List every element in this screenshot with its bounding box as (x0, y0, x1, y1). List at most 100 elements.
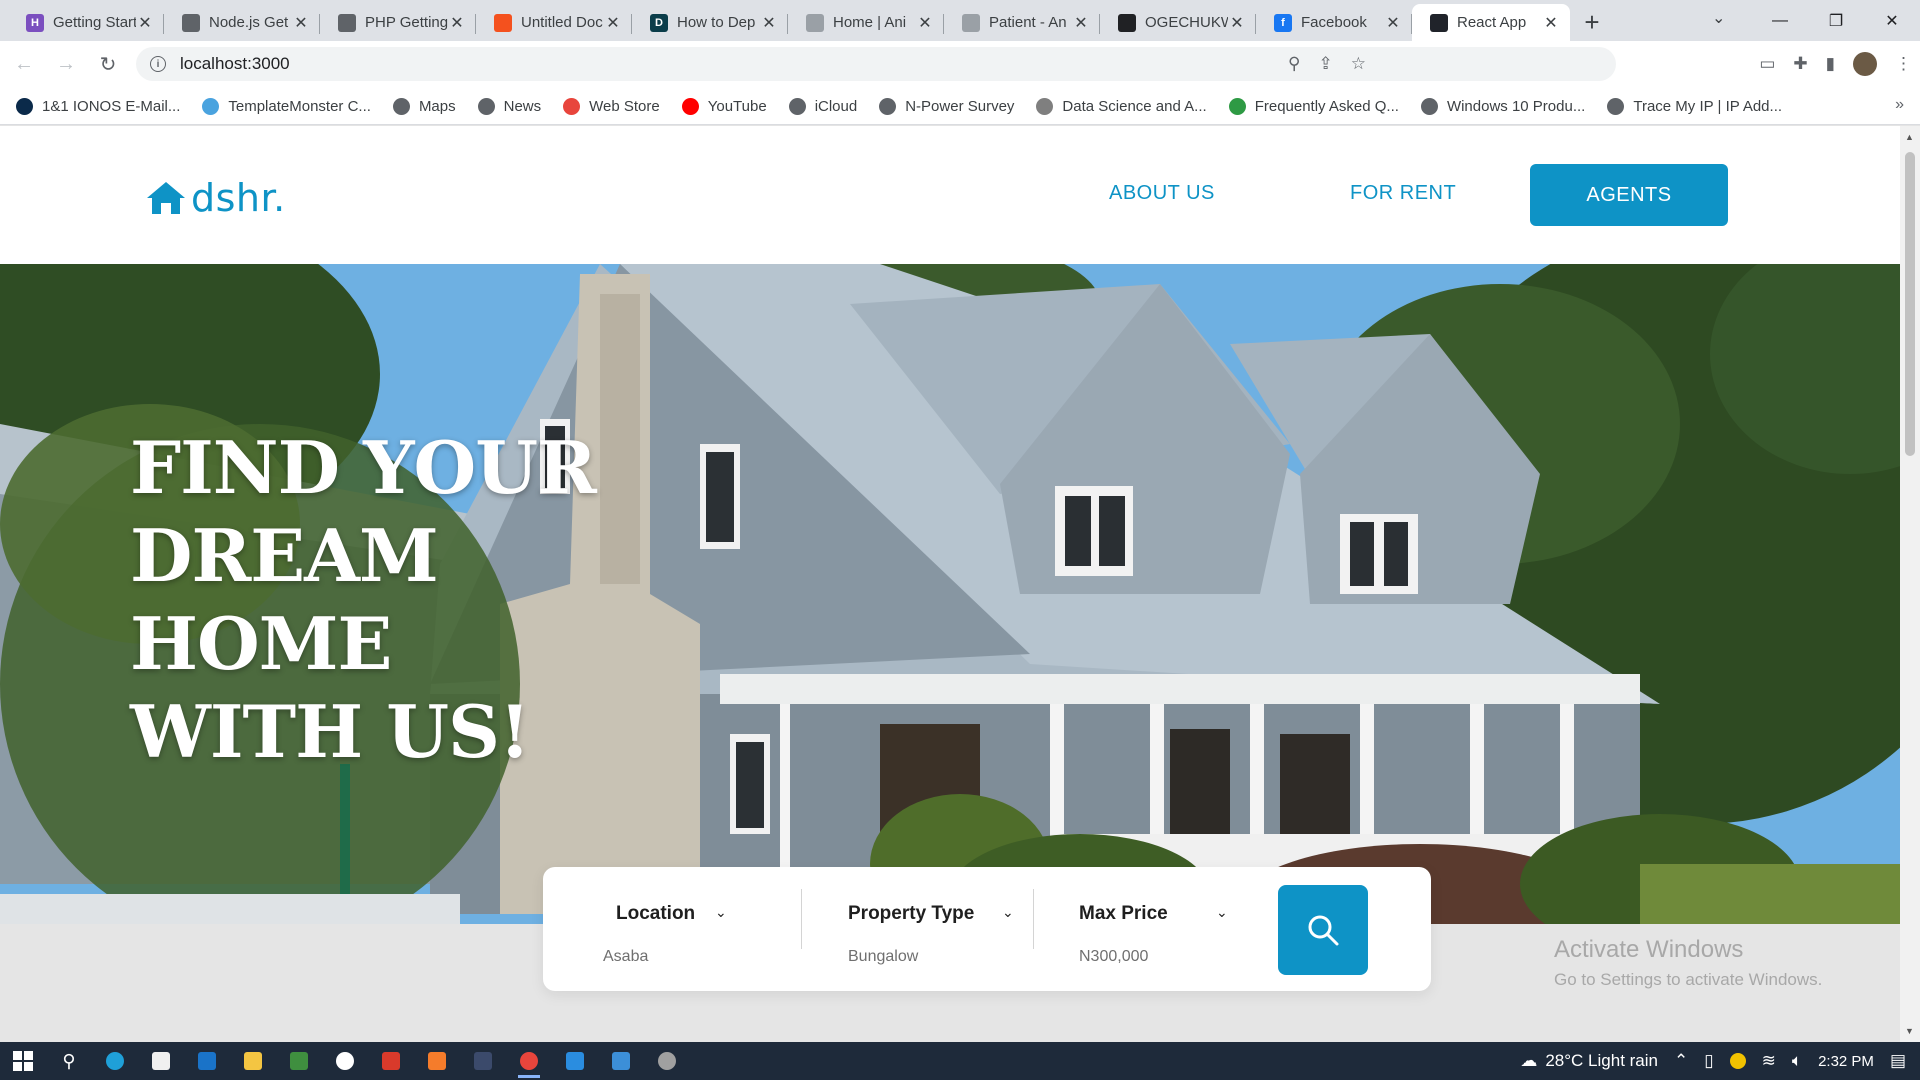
bookmark-item[interactable]: iCloud (788, 97, 857, 115)
wps-office-icon[interactable] (368, 1042, 414, 1080)
property-search-card: Location ⌄ Asaba Property Type ⌄ Bungalo… (543, 867, 1431, 991)
snip-tool-icon[interactable] (644, 1042, 690, 1080)
store-icon[interactable] (138, 1042, 184, 1080)
browser-tab[interactable]: Node.js Get ✕ (164, 4, 320, 41)
tab-close-icon[interactable]: ✕ (760, 13, 778, 33)
tab-close-icon[interactable]: ✕ (1072, 13, 1090, 33)
nav-for-rent[interactable]: FOR RENT (1350, 182, 1456, 205)
bookmark-favicon-icon (477, 97, 495, 115)
bookmark-star-icon[interactable]: ☆ (1351, 54, 1366, 74)
bookmark-label: N-Power Survey (905, 97, 1015, 115)
site-logo[interactable]: dshr. (145, 176, 286, 220)
bookmark-item[interactable]: Frequently Asked Q... (1228, 97, 1399, 115)
browser-tab[interactable]: React App ✕ (1412, 4, 1570, 41)
address-bar[interactable]: i localhost:3000 ⚲ ⇪ ☆ (136, 47, 1616, 81)
chrome-icon[interactable] (506, 1042, 552, 1080)
edge-icon[interactable] (92, 1042, 138, 1080)
location-chevron-icon[interactable]: ⌄ (715, 904, 727, 921)
browser-tab[interactable]: Patient - An ✕ (944, 4, 1100, 41)
tab-search-chevron-icon[interactable]: ⌄ (1712, 8, 1725, 28)
menu-kebab-icon[interactable]: ⋮ (1895, 54, 1912, 74)
browser-tab[interactable]: f Facebook ✕ (1256, 4, 1412, 41)
minimize-icon[interactable]: — (1752, 0, 1808, 41)
more-bookmarks-icon[interactable]: » (1895, 96, 1904, 114)
location-filter[interactable]: Location ⌄ Asaba (543, 867, 801, 991)
tab-close-icon[interactable]: ✕ (292, 13, 310, 33)
volume-icon[interactable]: 🔈︎ (1792, 1051, 1802, 1071)
url-text[interactable]: localhost:3000 (180, 54, 290, 74)
zoom-icon[interactable]: ⚲ (1288, 54, 1300, 74)
browser-tab[interactable]: OGECHUKW ✕ (1100, 4, 1256, 41)
bookmark-item[interactable]: N-Power Survey (879, 97, 1015, 115)
watermark-title: Activate Windows (1554, 936, 1744, 963)
page-scrollbar[interactable]: ▲ ▼ (1900, 126, 1920, 1042)
search-button[interactable] (1278, 885, 1368, 975)
tab-close-icon[interactable]: ✕ (1542, 13, 1560, 33)
sql-server-icon[interactable] (460, 1042, 506, 1080)
bookmark-favicon-icon (202, 97, 220, 115)
bookmark-item[interactable]: TemplateMonster C... (202, 97, 371, 115)
tab-close-icon[interactable]: ✕ (1384, 13, 1402, 33)
scrollbar-thumb[interactable] (1905, 152, 1915, 456)
reload-icon[interactable]: ↻ (90, 47, 126, 83)
close-window-icon[interactable]: ✕ (1864, 0, 1920, 41)
browser-tab[interactable]: D How to Dep ✕ (632, 4, 788, 41)
max-price-filter[interactable]: Max Price ⌄ N300,000 (1034, 867, 1254, 991)
forward-arrow-icon[interactable]: → (48, 47, 84, 83)
new-tab-button[interactable]: + (1574, 4, 1610, 41)
app-circle-icon[interactable] (322, 1042, 368, 1080)
wifi-icon[interactable]: ≋ (1762, 1051, 1776, 1071)
weather-widget[interactable]: ☁ 28°C Light rain (1520, 1051, 1658, 1071)
location-value: Asaba (603, 948, 649, 965)
bookmark-item[interactable]: Maps (392, 97, 456, 115)
max-price-label: Max Price (1079, 903, 1168, 924)
cast-icon[interactable]: ▭ (1759, 54, 1775, 74)
start-windows-icon[interactable] (0, 1042, 46, 1080)
property-type-chevron-icon[interactable]: ⌄ (1002, 904, 1014, 921)
tab-title: React App (1457, 14, 1527, 31)
bookmark-item[interactable]: YouTube (681, 97, 767, 115)
search-icon (1308, 915, 1339, 946)
max-price-chevron-icon[interactable]: ⌄ (1216, 904, 1228, 921)
bookmark-item[interactable]: Windows 10 Produ... (1420, 97, 1585, 115)
bookmarks-bar: 1&1 IONOS E-Mail... TemplateMonster C... M… (0, 88, 1920, 125)
tab-close-icon[interactable]: ✕ (916, 13, 934, 33)
browser-tab[interactable]: Untitled Doc ✕ (476, 4, 632, 41)
site-info-icon[interactable]: i (150, 56, 166, 72)
bookmark-item[interactable]: Data Science and A... (1036, 97, 1207, 115)
bookmark-item[interactable]: 1&1 IONOS E-Mail... (16, 97, 180, 115)
restore-icon[interactable]: ❐ (1808, 0, 1864, 41)
profile-avatar[interactable] (1853, 52, 1877, 76)
nav-about-us[interactable]: ABOUT US (1109, 182, 1215, 205)
extensions-puzzle-icon[interactable]: ✚ (1793, 54, 1807, 74)
xampp-icon[interactable] (414, 1042, 460, 1080)
bookmark-item[interactable]: News (477, 97, 541, 115)
bookmark-item[interactable]: Web Store (563, 97, 660, 115)
back-arrow-icon[interactable]: ← (6, 47, 42, 83)
browser-tab[interactable]: H Getting Started✕ (8, 4, 164, 41)
property-type-filter[interactable]: Property Type ⌄ Bungalow (802, 867, 1034, 991)
tab-close-icon[interactable]: ✕ (1228, 13, 1246, 33)
search-taskbar-icon[interactable]: ⚲ (46, 1042, 92, 1080)
nodejs-icon[interactable] (276, 1042, 322, 1080)
battery-icon[interactable]: ▯ (1704, 1051, 1713, 1071)
browser-tab[interactable]: PHP Getting ✕ (320, 4, 476, 41)
clock-time[interactable]: 2:32 PM (1818, 1053, 1874, 1070)
remote-desktop-icon[interactable] (598, 1042, 644, 1080)
scroll-down-icon[interactable]: ▼ (1905, 1026, 1914, 1036)
vscode-icon[interactable] (552, 1042, 598, 1080)
tab-close-icon[interactable]: ✕ (448, 13, 466, 33)
notifications-icon[interactable]: ▤ (1890, 1051, 1906, 1071)
side-panel-icon[interactable]: ▮ (1826, 54, 1835, 74)
browser-tab[interactable]: Home | Ani ✕ (788, 4, 944, 41)
tray-expand-icon[interactable]: ⌃ (1674, 1051, 1688, 1071)
norton-icon[interactable] (1729, 1053, 1746, 1069)
bookmark-item[interactable]: Trace My IP | IP Add... (1607, 97, 1782, 115)
file-explorer-icon[interactable] (230, 1042, 276, 1080)
tab-close-icon[interactable]: ✕ (604, 13, 622, 33)
agents-button[interactable]: AGENTS (1530, 164, 1728, 226)
share-icon[interactable]: ⇪ (1319, 54, 1333, 74)
scroll-up-icon[interactable]: ▲ (1905, 132, 1914, 142)
mail-icon[interactable] (184, 1042, 230, 1080)
tab-close-icon[interactable]: ✕ (136, 13, 154, 33)
